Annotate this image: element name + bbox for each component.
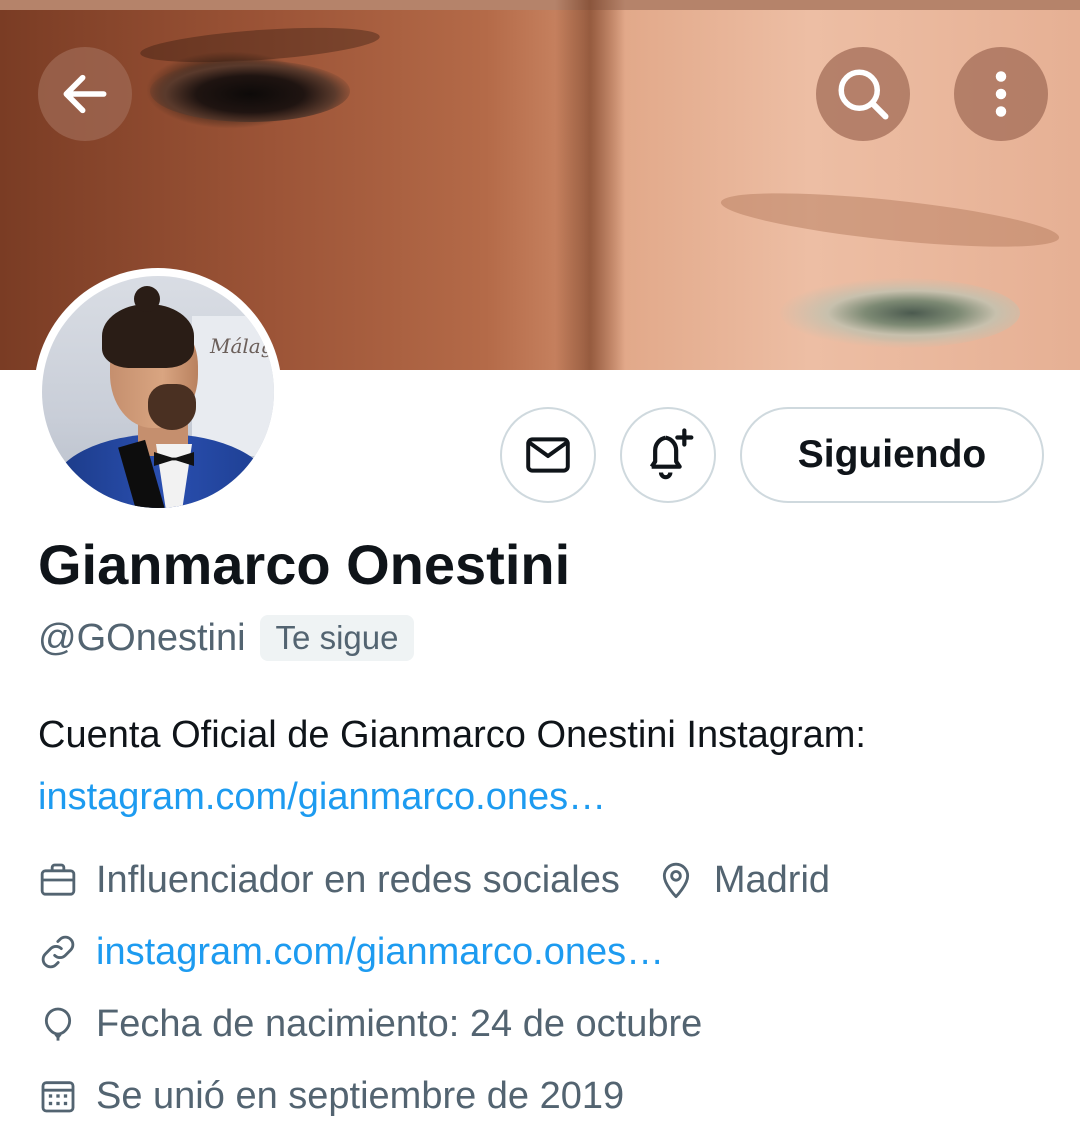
back-button[interactable] xyxy=(38,47,132,141)
banner-eyebrow-right xyxy=(718,182,1062,258)
banner-eye-left xyxy=(150,60,350,122)
profession-text: Influenciador en redes sociales xyxy=(96,858,620,901)
display-name: Gianmarco Onestini xyxy=(38,533,571,596)
search-icon xyxy=(838,69,889,120)
briefcase-icon xyxy=(40,863,76,896)
avatar-hair xyxy=(102,304,194,368)
meta-row-website: instagram.com/gianmarco.ones… xyxy=(38,924,664,980)
location-text: Madrid xyxy=(713,858,831,901)
handle-row: @GOnestini Te sigue xyxy=(38,614,415,662)
banner-top-strip xyxy=(0,0,1080,10)
avatar-beard xyxy=(148,384,196,430)
message-button[interactable] xyxy=(500,407,596,503)
notifications-button[interactable] xyxy=(620,407,716,503)
location-pin-icon xyxy=(662,862,689,899)
following-button[interactable]: Siguiendo xyxy=(740,407,1044,503)
website-link[interactable]: instagram.com/gianmarco.ones… xyxy=(96,931,664,974)
more-vertical-icon xyxy=(995,71,1007,117)
meta-row-joined: Se unió en septiembre de 2019 xyxy=(38,1068,624,1124)
more-options-button[interactable] xyxy=(954,47,1048,141)
profile-avatar[interactable]: Málaga xyxy=(34,268,282,516)
profile-bio: Cuenta Oficial de Gianmarco Onestini Ins… xyxy=(38,704,1048,828)
bio-link[interactable]: instagram.com/gianmarco.ones… xyxy=(38,766,1048,828)
follows-you-badge: Te sigue xyxy=(259,615,415,661)
meta-row-birthday: Fecha de nacimiento: 24 de octubre xyxy=(38,996,702,1052)
meta-row-profession-location: Influenciador en redes sociales Madrid xyxy=(38,852,830,908)
calendar-icon xyxy=(41,1081,75,1113)
joined-text: Se unió en septiembre de 2019 xyxy=(96,1074,625,1117)
avatar-hair-bun xyxy=(134,286,160,312)
arrow-left-icon xyxy=(63,74,107,114)
avatar-backdrop-logo: Málaga xyxy=(210,334,274,358)
link-icon xyxy=(41,935,75,969)
avatar-photo: Málaga xyxy=(42,276,274,508)
bio-text: Cuenta Oficial de Gianmarco Onestini Ins… xyxy=(38,714,866,756)
banner-seam xyxy=(555,0,625,370)
user-handle: @GOnestini xyxy=(38,616,246,659)
envelope-icon xyxy=(526,437,570,473)
balloon-icon xyxy=(44,1007,72,1041)
bell-plus-icon xyxy=(649,428,694,480)
banner-eye-right xyxy=(780,278,1020,348)
birthday-text: Fecha de nacimiento: 24 de octubre xyxy=(96,1002,703,1045)
search-button[interactable] xyxy=(816,47,910,141)
